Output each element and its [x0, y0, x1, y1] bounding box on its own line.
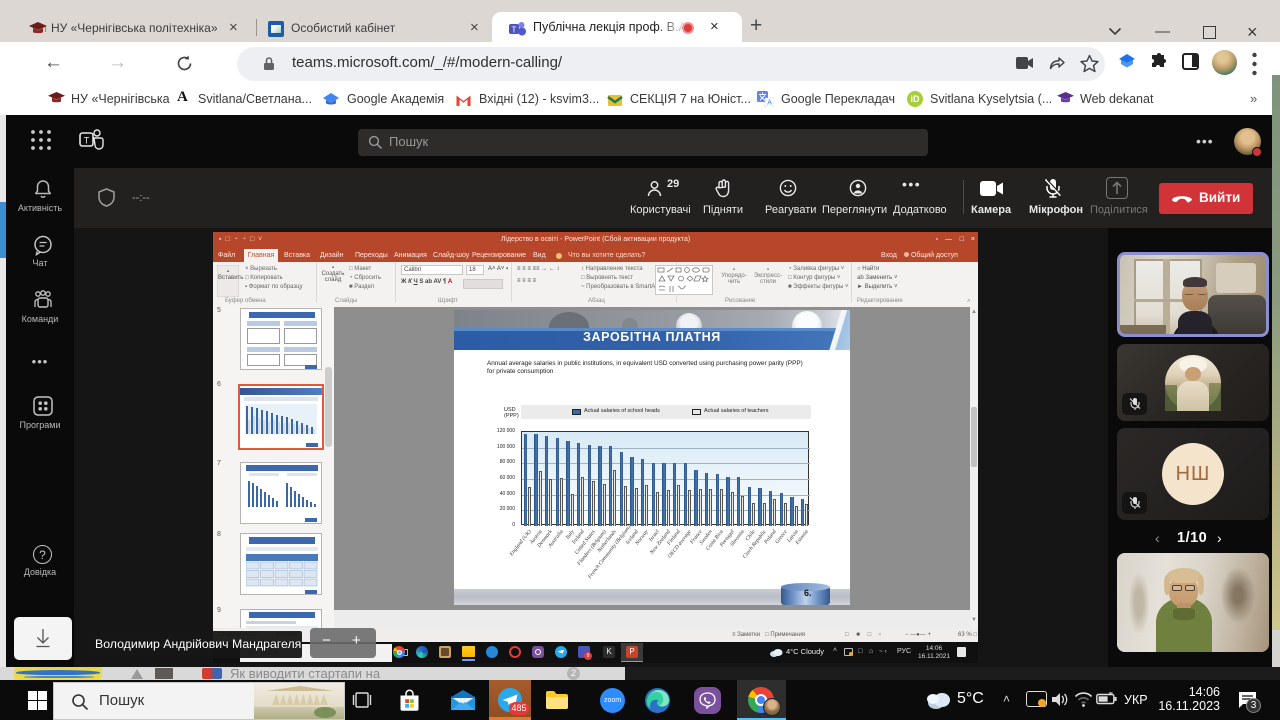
svg-text:T: T: [512, 26, 517, 35]
svg-text:T: T: [84, 136, 90, 146]
svg-text:A: A: [767, 99, 772, 106]
